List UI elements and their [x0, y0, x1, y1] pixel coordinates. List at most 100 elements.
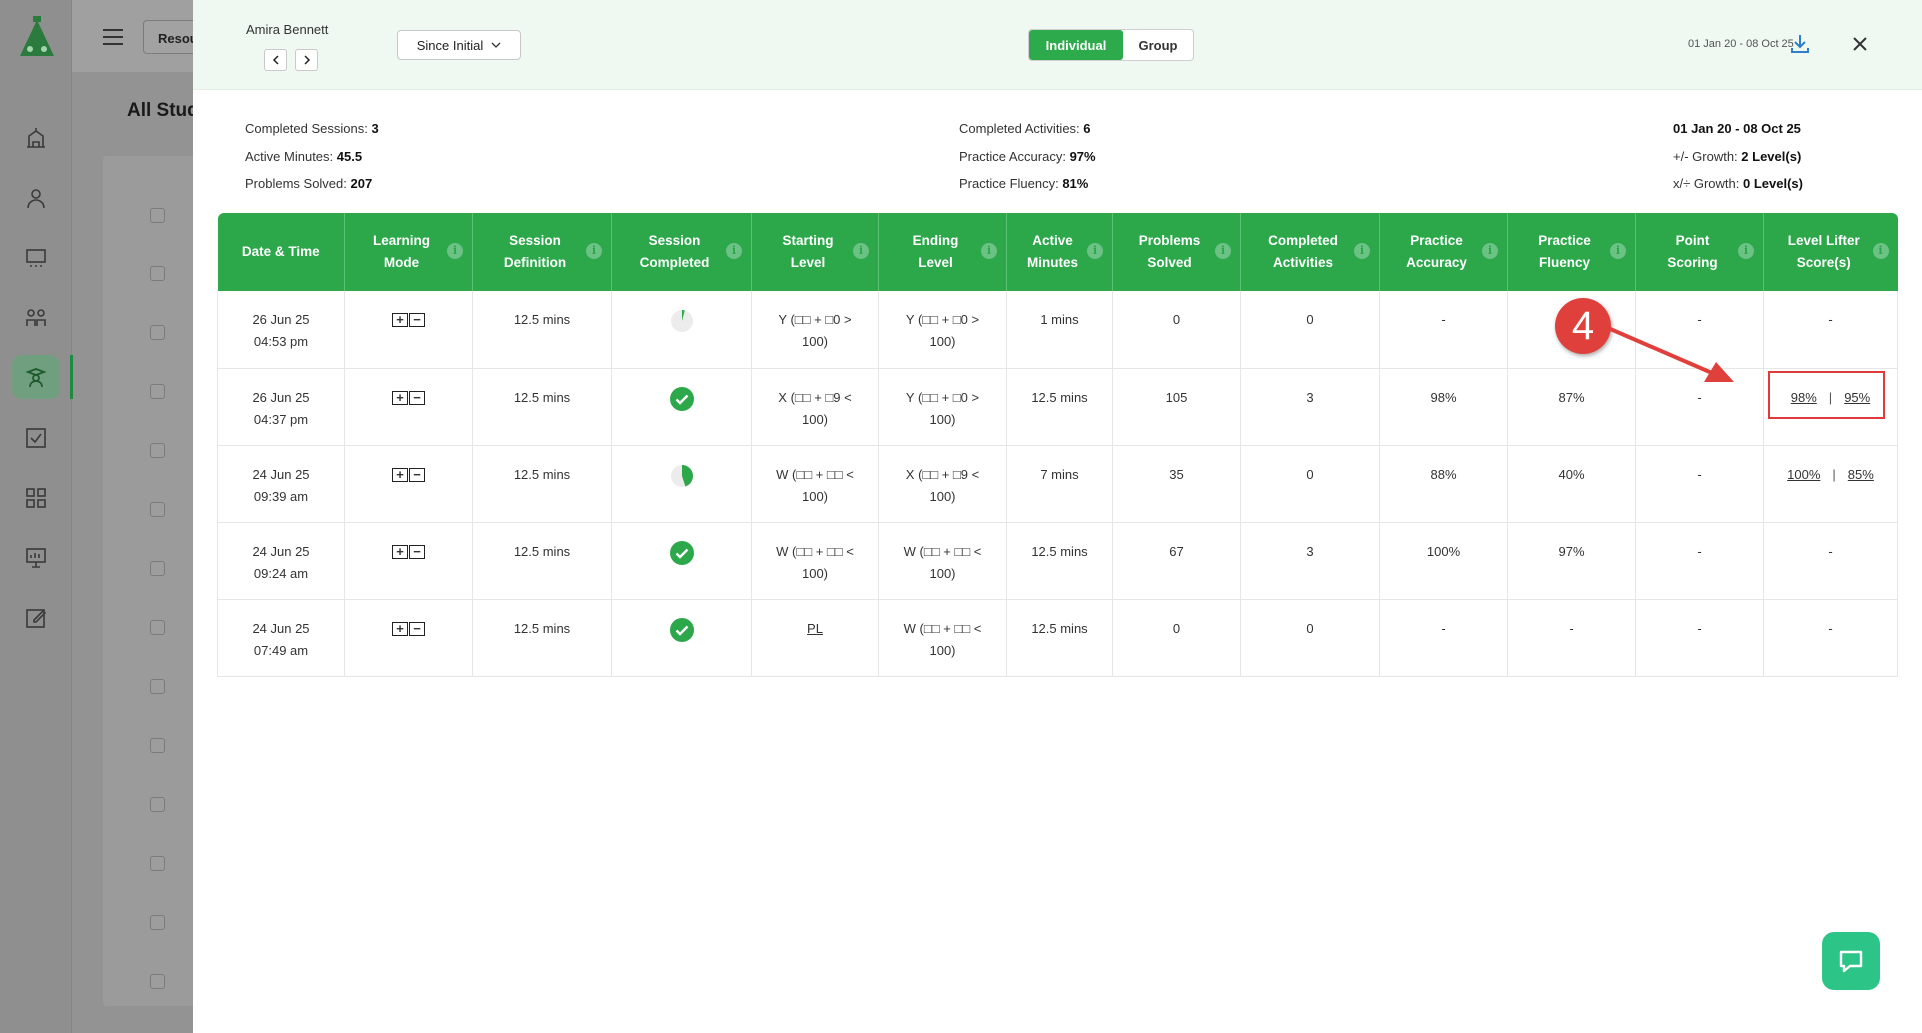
row-checkbox[interactable]	[150, 679, 165, 694]
row-checkbox[interactable]	[150, 443, 165, 458]
column-header[interactable]: Active Minutes i	[1006, 213, 1113, 291]
summary-left: Completed Sessions: 3 Active Minutes: 45.…	[245, 115, 379, 198]
cell-starting-level: PL	[751, 599, 879, 677]
group-tab[interactable]: Group	[1123, 30, 1193, 60]
individual-tab[interactable]: Individual	[1029, 30, 1123, 60]
info-icon[interactable]: i	[1610, 243, 1626, 259]
level-text: X (□□ + □9 <	[905, 466, 980, 482]
cell-starting-level: X (□□ + □9 < 100)	[751, 368, 879, 446]
summary-row: Practice Accuracy: 97%	[959, 143, 1096, 171]
assignments-icon[interactable]	[22, 424, 50, 452]
row-checkbox[interactable]	[150, 974, 165, 989]
plus-icon: +	[392, 313, 408, 327]
column-header[interactable]: Session Definition i	[472, 213, 612, 291]
cell-point-scoring: -	[1635, 599, 1764, 677]
close-icon[interactable]	[1851, 35, 1869, 53]
column-header-line2: Score(s)	[1796, 255, 1851, 270]
summary-label: Completed Sessions:	[245, 121, 368, 136]
cell-active-minutes: 12.5 mins	[1006, 522, 1113, 600]
school-icon[interactable]	[22, 124, 50, 152]
column-header[interactable]: Point Scoring i	[1635, 213, 1764, 291]
info-icon[interactable]: i	[853, 243, 869, 259]
column-header[interactable]: Ending Level i	[878, 213, 1007, 291]
cell-completed-activities: 0	[1240, 599, 1380, 677]
edit-icon[interactable]	[22, 604, 50, 632]
previous-student-button[interactable]	[264, 49, 287, 71]
info-icon[interactable]: i	[1738, 243, 1754, 259]
menu-icon[interactable]	[100, 24, 126, 50]
table-row: 24 Jun 25 09:24 am + −12.5 mins W (□□ + □□ <…	[217, 522, 1898, 600]
cell-session-completed	[611, 445, 752, 523]
row-checkbox[interactable]	[150, 208, 165, 223]
column-header[interactable]: Date & Time	[217, 213, 345, 291]
session-date: 24 Jun 25	[252, 466, 310, 482]
next-student-button[interactable]	[295, 49, 318, 71]
cell-session-completed	[611, 599, 752, 677]
row-checkbox[interactable]	[150, 561, 165, 576]
cell-problems-solved: 0	[1112, 599, 1241, 677]
level-lifter-score-link[interactable]: 85%	[1848, 464, 1874, 486]
session-date: 26 Jun 25	[252, 389, 310, 405]
range-dropdown[interactable]: Since Initial	[397, 30, 521, 60]
student-name: Amira Bennett	[246, 22, 329, 37]
info-icon[interactable]: i	[586, 243, 602, 259]
row-checkbox[interactable]	[150, 797, 165, 812]
info-icon[interactable]: i	[1354, 243, 1370, 259]
row-checkbox[interactable]	[150, 738, 165, 753]
cell-practice-accuracy: 100%	[1379, 522, 1508, 600]
column-header[interactable]: Session Completed i	[611, 213, 752, 291]
add-subtract-mode-icon: + −	[392, 467, 425, 482]
teacher-icon[interactable]	[22, 184, 50, 212]
annotation-arrow-icon	[1607, 326, 1734, 382]
info-icon[interactable]: i	[1087, 243, 1103, 259]
column-header[interactable]: Learning Mode i	[344, 213, 473, 291]
session-time: 09:39 am	[253, 488, 309, 504]
header-date-range: 01 Jan 20 - 08 Oct 25	[1688, 38, 1794, 50]
row-checkbox[interactable]	[150, 856, 165, 871]
placement-level-link[interactable]: PL	[758, 618, 872, 640]
cell-learning-mode: + −	[344, 599, 473, 677]
download-icon[interactable]	[1789, 33, 1811, 55]
row-checkbox[interactable]	[150, 266, 165, 281]
reports-grid-icon[interactable]	[22, 484, 50, 512]
classroom-icon[interactable]	[22, 244, 50, 272]
column-header-line2: Level	[790, 255, 826, 270]
cell-session-definition: 12.5 mins	[472, 445, 612, 523]
info-icon[interactable]: i	[981, 243, 997, 259]
info-icon[interactable]: i	[1215, 243, 1231, 259]
level-lifter-score-link[interactable]: 100%	[1787, 464, 1820, 486]
row-checkbox[interactable]	[150, 915, 165, 930]
column-header[interactable]: Level Lifter Score(s) i	[1763, 213, 1898, 291]
info-icon[interactable]: i	[1872, 243, 1889, 259]
cell-date-time: 26 Jun 25 04:53 pm	[217, 291, 345, 369]
row-checkbox[interactable]	[150, 620, 165, 635]
summary-label: Active Minutes:	[245, 148, 334, 164]
sessions-table: Date & Time Learning Mode i Session Definitio…	[217, 213, 1898, 677]
cell-active-minutes: 7 mins	[1006, 445, 1113, 523]
students-icon[interactable]	[12, 355, 60, 399]
mul-div-growth-value: 0 Level(s)	[1743, 176, 1803, 191]
info-icon[interactable]: i	[447, 243, 463, 259]
presentation-icon[interactable]	[22, 544, 50, 572]
level-text: W (□□ + □□ <	[903, 620, 982, 636]
info-icon[interactable]: i	[726, 243, 742, 259]
column-header[interactable]: Practice Accuracy i	[1379, 213, 1508, 291]
column-header-line1: Session	[509, 233, 561, 248]
session-time: 07:49 am	[253, 642, 309, 658]
column-header[interactable]: Practice Fluency i	[1507, 213, 1636, 291]
column-header[interactable]: Completed Activities i	[1240, 213, 1380, 291]
row-checkbox[interactable]	[150, 502, 165, 517]
column-header-line1: Active	[1032, 233, 1073, 248]
minus-icon: −	[409, 544, 425, 559]
info-icon[interactable]: i	[1482, 243, 1498, 259]
column-header[interactable]: Problems Solved i	[1112, 213, 1241, 291]
chat-support-button[interactable]	[1822, 932, 1880, 990]
cell-active-minutes: 1 mins	[1006, 291, 1113, 369]
cell-date-time: 24 Jun 25 07:49 am	[217, 599, 345, 677]
range-dropdown-value: Since Initial	[416, 37, 484, 53]
column-header-line2: Solved	[1147, 255, 1192, 270]
row-checkbox[interactable]	[150, 384, 165, 399]
row-checkbox[interactable]	[150, 325, 165, 340]
groups-icon[interactable]	[22, 304, 50, 332]
column-header[interactable]: Starting Level i	[751, 213, 879, 291]
